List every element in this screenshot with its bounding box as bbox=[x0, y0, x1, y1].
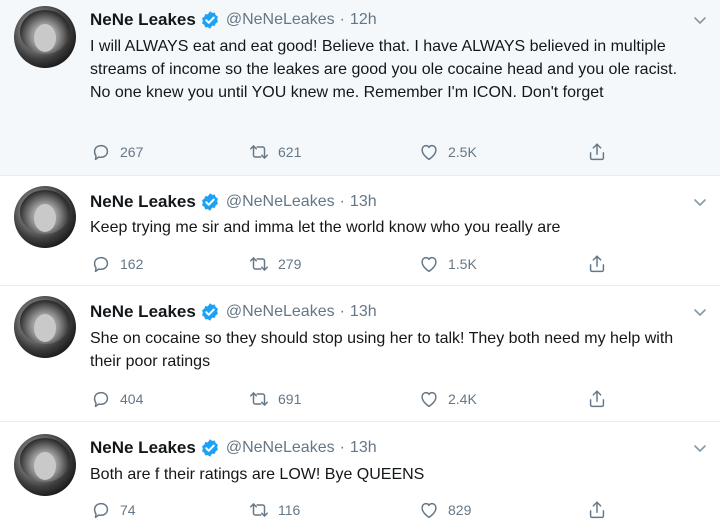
like-count: 2.4K bbox=[448, 391, 477, 407]
like-count: 1.5K bbox=[448, 256, 477, 272]
user-handle[interactable]: @NeNeLeakes bbox=[226, 193, 335, 211]
reply-count: 267 bbox=[120, 144, 144, 160]
reply-count: 162 bbox=[120, 256, 144, 272]
reply-icon bbox=[93, 502, 109, 519]
user-handle[interactable]: @NeNeLeakes bbox=[226, 303, 335, 321]
timestamp[interactable]: 13h bbox=[350, 193, 377, 211]
like-count: 2.5K bbox=[448, 144, 477, 160]
share-button[interactable] bbox=[586, 140, 608, 164]
retweet-icon bbox=[250, 257, 268, 271]
share-icon bbox=[589, 501, 605, 519]
retweet-button[interactable]: 691 bbox=[248, 387, 301, 411]
tweet[interactable]: NeNe Leakes @NeNeLeakes · 13h Keep tryin… bbox=[0, 176, 720, 286]
like-button[interactable]: 2.4K bbox=[418, 387, 477, 411]
reply-button[interactable]: 74 bbox=[90, 498, 136, 522]
like-icon bbox=[421, 144, 437, 161]
share-button[interactable] bbox=[586, 498, 608, 522]
reply-count: 74 bbox=[120, 502, 136, 518]
tweet-text: Keep trying me sir and imma let the worl… bbox=[90, 219, 561, 236]
reply-icon bbox=[93, 144, 109, 161]
tweet-header: NeNe Leakes @NeNeLeakes · 13h bbox=[90, 436, 377, 460]
chevron-down-icon[interactable] bbox=[692, 194, 708, 210]
separator-dot: · bbox=[339, 439, 345, 456]
user-handle[interactable]: @NeNeLeakes bbox=[226, 11, 335, 29]
chevron-down-icon[interactable] bbox=[692, 440, 708, 456]
avatar[interactable] bbox=[14, 296, 76, 358]
retweet-count: 116 bbox=[278, 502, 301, 518]
reply-button[interactable]: 267 bbox=[90, 140, 143, 164]
tweet[interactable]: NeNe Leakes @NeNeLeakes · 12h I will ALW… bbox=[0, 0, 720, 176]
avatar[interactable] bbox=[14, 186, 76, 248]
share-button[interactable] bbox=[586, 252, 608, 276]
retweet-icon bbox=[250, 145, 268, 159]
tweet-text: She on cocaine so they should stop using… bbox=[90, 330, 674, 370]
reply-button[interactable]: 404 bbox=[90, 387, 143, 411]
tweet[interactable]: NeNe Leakes @NeNeLeakes · 13h Both are f… bbox=[0, 422, 720, 529]
tweet[interactable]: NeNe Leakes @NeNeLeakes · 13h She on coc… bbox=[0, 286, 720, 422]
retweet-icon bbox=[250, 503, 268, 517]
verified-badge-icon bbox=[201, 11, 218, 29]
avatar[interactable] bbox=[14, 6, 76, 68]
chevron-down-icon[interactable] bbox=[692, 12, 708, 28]
display-name[interactable]: NeNe Leakes bbox=[90, 192, 196, 212]
share-icon bbox=[589, 255, 605, 273]
retweet-button[interactable]: 116 bbox=[248, 498, 300, 522]
tweet-header: NeNe Leakes @NeNeLeakes · 12h bbox=[90, 8, 377, 32]
like-icon bbox=[421, 391, 437, 408]
chevron-down-icon[interactable] bbox=[692, 304, 708, 320]
like-icon bbox=[421, 256, 437, 273]
tweet-actions: 267 621 2.5K bbox=[90, 140, 630, 164]
retweet-button[interactable]: 621 bbox=[248, 140, 301, 164]
separator-dot: · bbox=[339, 303, 345, 320]
retweet-count: 279 bbox=[278, 256, 302, 272]
verified-badge-icon bbox=[201, 439, 218, 457]
tweet-actions: 404 691 2.4K bbox=[90, 387, 630, 411]
tweet-timeline: NeNe Leakes @NeNeLeakes · 12h I will ALW… bbox=[0, 0, 720, 529]
retweet-count: 691 bbox=[278, 391, 302, 407]
retweet-button[interactable]: 279 bbox=[248, 252, 301, 276]
share-icon bbox=[589, 390, 605, 408]
tweet-header: NeNe Leakes @NeNeLeakes · 13h bbox=[90, 190, 377, 214]
avatar[interactable] bbox=[14, 434, 76, 496]
verified-badge-icon bbox=[201, 193, 218, 211]
retweet-icon bbox=[250, 392, 268, 406]
like-button[interactable]: 1.5K bbox=[418, 252, 477, 276]
share-button[interactable] bbox=[586, 387, 608, 411]
verified-badge-icon bbox=[201, 303, 218, 321]
tweet-actions: 74 116 829 bbox=[90, 498, 630, 522]
separator-dot: · bbox=[339, 193, 345, 210]
display-name[interactable]: NeNe Leakes bbox=[90, 302, 196, 322]
timestamp[interactable]: 13h bbox=[350, 303, 377, 321]
separator-dot: · bbox=[339, 11, 345, 28]
reply-button[interactable]: 162 bbox=[90, 252, 143, 276]
tweet-text: Both are f their ratings are LOW! Bye QU… bbox=[90, 466, 425, 483]
reply-count: 404 bbox=[120, 391, 144, 407]
like-count: 829 bbox=[448, 502, 472, 518]
reply-icon bbox=[93, 256, 109, 273]
display-name[interactable]: NeNe Leakes bbox=[90, 438, 196, 458]
retweet-count: 621 bbox=[278, 144, 302, 160]
timestamp[interactable]: 12h bbox=[350, 11, 377, 29]
like-button[interactable]: 829 bbox=[418, 498, 471, 522]
tweet-text: I will ALWAYS eat and eat good! Believe … bbox=[90, 38, 678, 101]
tweet-actions: 162 279 1.5K bbox=[90, 252, 630, 276]
tweet-header: NeNe Leakes @NeNeLeakes · 13h bbox=[90, 300, 377, 324]
share-icon bbox=[589, 143, 605, 161]
user-handle[interactable]: @NeNeLeakes bbox=[226, 439, 335, 457]
like-icon bbox=[421, 502, 437, 519]
like-button[interactable]: 2.5K bbox=[418, 140, 477, 164]
display-name[interactable]: NeNe Leakes bbox=[90, 10, 196, 30]
timestamp[interactable]: 13h bbox=[350, 439, 377, 457]
reply-icon bbox=[93, 391, 109, 408]
